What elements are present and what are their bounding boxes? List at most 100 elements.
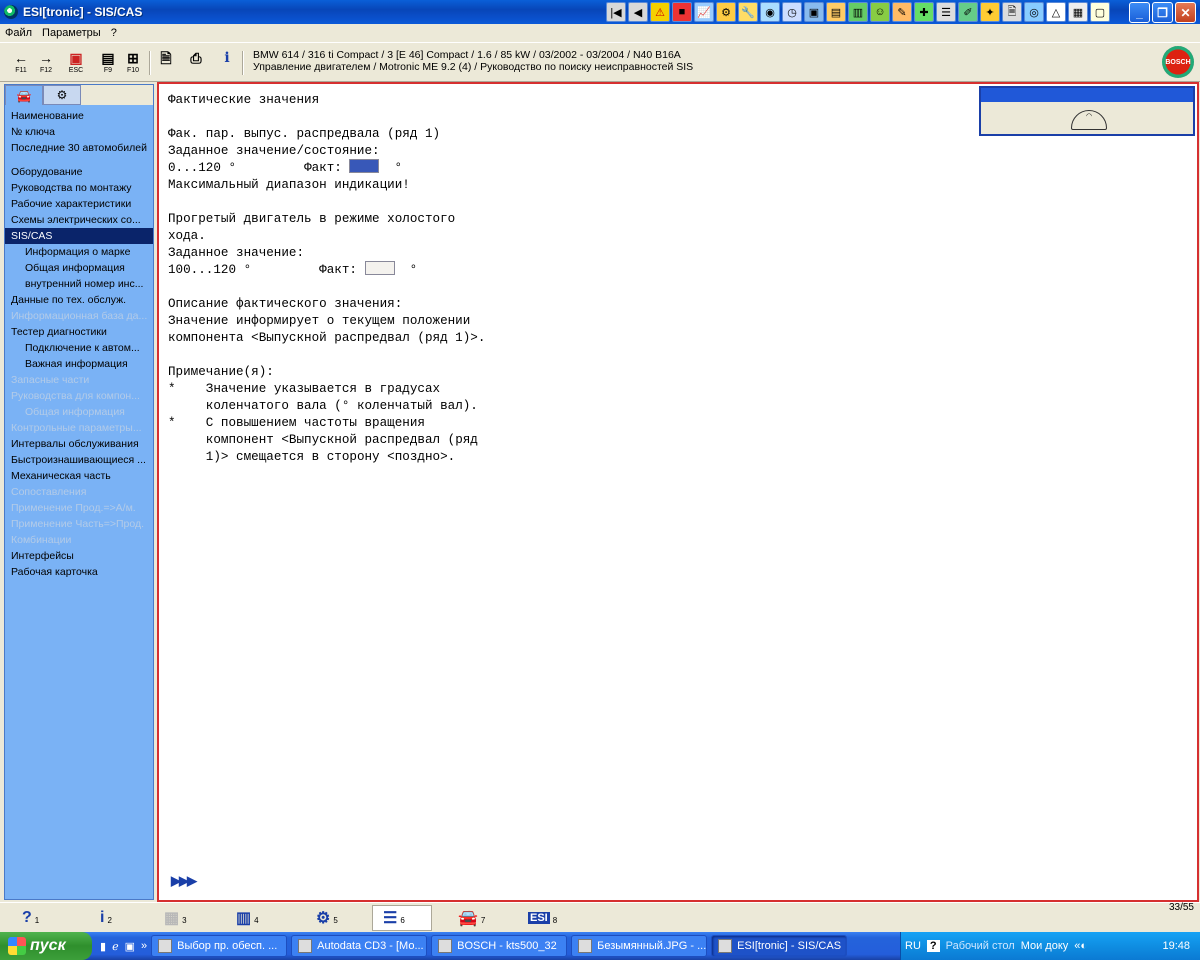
sidebar-item: Запасные части xyxy=(11,374,90,386)
help-icon[interactable]: ? xyxy=(926,940,940,952)
chart-icon[interactable]: 📈 xyxy=(694,2,714,22)
sidebar-item[interactable]: Наименование xyxy=(5,108,153,124)
sidebar-item[interactable]: Оборудование xyxy=(5,164,153,180)
forward-button[interactable]: → F12 xyxy=(35,51,57,77)
menu-settings[interactable]: Параметры xyxy=(42,27,101,39)
sidebar-item[interactable]: Интерфейсы xyxy=(5,548,153,564)
table-icon[interactable]: ▦ xyxy=(1068,2,1088,22)
close-button[interactable]: ✕ xyxy=(1175,2,1196,23)
menu-help[interactable]: ? xyxy=(111,27,117,39)
taskbar-task[interactable]: Безымянный.JPG - ... xyxy=(571,935,708,957)
tool-icon[interactable]: 🔧 xyxy=(738,2,758,22)
alert-icon[interactable]: △ xyxy=(1046,2,1066,22)
sidebar: 🚘 ⚙ Наименование № ключа Последние 30 авто… xyxy=(4,84,154,900)
prev-page-icon[interactable]: ◀ xyxy=(628,2,648,22)
tray-icons[interactable]: «◐ xyxy=(1074,940,1087,952)
desktop-icon[interactable]: ▮ xyxy=(100,940,106,953)
info-button[interactable]: i xyxy=(216,51,238,77)
desktop-link[interactable]: Рабочий стол xyxy=(946,940,1015,952)
sidebar-item[interactable]: Важная информация xyxy=(5,356,153,372)
app-icon xyxy=(438,939,453,953)
f4-button[interactable]: ▥ 4 xyxy=(236,905,259,931)
sidebar-item[interactable]: Последние 30 автомобилей xyxy=(5,140,153,156)
warning-icon[interactable]: ⚠ xyxy=(650,2,670,22)
next-page-button[interactable]: ▶▶▶ xyxy=(171,873,197,889)
sidebar-item[interactable]: Информация о марке xyxy=(5,244,153,260)
f9-button[interactable]: ▤ F9 xyxy=(97,51,119,77)
escape-button[interactable]: ▣ ESC xyxy=(65,51,87,77)
media-icon[interactable]: ▣ xyxy=(125,940,135,953)
sidebar-item[interactable]: Механическая часть xyxy=(5,468,153,484)
module-icon[interactable]: ■ xyxy=(672,2,692,22)
sidebar-item[interactable]: Интервалы обслуживания xyxy=(5,436,153,452)
edit-icon[interactable]: ✐ xyxy=(958,2,978,22)
sidebar-item[interactable]: Общая информация xyxy=(5,260,153,276)
f6-button[interactable]: ☰ 6 xyxy=(372,905,432,931)
menu-file[interactable]: Файл xyxy=(5,27,32,39)
language-indicator[interactable]: RU xyxy=(905,940,921,952)
page-button[interactable]: 🗎 xyxy=(155,51,177,77)
print-button[interactable]: ⎙ xyxy=(185,51,207,77)
person-icon[interactable]: ☺ xyxy=(870,2,890,22)
car-icon: 🚘 xyxy=(458,910,478,927)
tab-vehicle[interactable]: 🚘 xyxy=(5,85,43,105)
taskbar-task[interactable]: Autodata CD3 - [Мо... xyxy=(291,935,428,957)
sidebar-list: Наименование № ключа Последние 30 автомоби… xyxy=(5,108,153,580)
sidebar-item[interactable]: внутренний номер инс... xyxy=(5,276,153,292)
first-page-icon[interactable]: |◀ xyxy=(606,2,626,22)
list-icon[interactable]: ☰ xyxy=(936,2,956,22)
panel-icon[interactable]: ▥ xyxy=(848,2,868,22)
info-button[interactable]: i2 xyxy=(100,905,112,931)
sidebar-item[interactable]: Тестер диагностики xyxy=(5,324,153,340)
sidebar-item[interactable]: Рабочие характеристики xyxy=(5,196,153,212)
note-icon[interactable]: ▢ xyxy=(1090,2,1110,22)
page-counter: 33/55 xyxy=(1168,902,1194,913)
window-icon[interactable]: ▣ xyxy=(804,2,824,22)
dial-icon[interactable]: ◉ xyxy=(760,2,780,22)
help-button[interactable]: ? 1 xyxy=(22,905,39,931)
wizard-icon[interactable]: ✦ xyxy=(980,2,1000,22)
sidebar-item[interactable]: Рабочая карточка xyxy=(5,564,153,580)
my-documents-link[interactable]: Мои доку xyxy=(1021,940,1069,952)
f10-button[interactable]: ⊞ F10 xyxy=(122,51,144,77)
f5-button[interactable]: ⚙ 5 xyxy=(316,905,338,931)
clock-icon[interactable]: ◷ xyxy=(782,2,802,22)
taskbar-task[interactable]: ESI[tronic] - SIS/CAS xyxy=(711,935,848,957)
actual-value-button[interactable] xyxy=(349,159,380,174)
start-button[interactable]: пуск xyxy=(0,932,92,960)
taskbar-task[interactable]: BOSCH - kts500_32 xyxy=(431,935,568,957)
back-button[interactable]: ← F11 xyxy=(10,51,32,77)
pencil-icon[interactable]: ✎ xyxy=(892,2,912,22)
tab-engine[interactable]: ⚙ xyxy=(43,85,81,105)
browser-icon[interactable]: ℯ xyxy=(112,940,119,953)
setpoint-label: Заданное значение: xyxy=(168,246,305,260)
sidebar-item: Комбинации xyxy=(11,534,72,546)
esi-kts-button[interactable]: ESI 8 xyxy=(528,905,557,931)
gauge-icon[interactable]: ◠ xyxy=(1071,110,1107,130)
maximize-button[interactable]: ❐ xyxy=(1152,2,1173,23)
taskbar-task[interactable]: Выбор пр. обесп. ... xyxy=(151,935,288,957)
system-line: Управление двигателем / Motronic ME 9.2 … xyxy=(253,61,694,73)
sidebar-item[interactable]: № ключа xyxy=(5,124,153,140)
sidebar-item[interactable]: Данные по тех. обслуж. xyxy=(5,292,153,308)
sidebar-item[interactable]: Быстроизнашивающиеся ... xyxy=(5,452,153,468)
function-bar: ? 1 i 2 ▦ 3 ▥ 4 ⚙ 5 ☰ 6 🚘 7 ESI 8 xyxy=(0,902,1200,932)
repair-icon[interactable]: ✚ xyxy=(914,2,934,22)
kts-value-button[interactable] xyxy=(364,261,395,276)
graph-icon[interactable]: ▤ xyxy=(826,2,846,22)
gear-icon[interactable]: ⚙ xyxy=(716,2,736,22)
info-icon: i xyxy=(224,50,230,66)
sidebar-item[interactable]: Подключение к автом... xyxy=(5,340,153,356)
sidebar-item[interactable]: Схемы электрических со... xyxy=(5,212,153,228)
description-text: Значение информирует о текущем положении xyxy=(168,314,471,328)
vehicle-button[interactable]: 🚘 7 xyxy=(458,905,485,931)
note-text: 1)> смещается в сторону <поздно>. xyxy=(205,450,456,464)
sidebar-item[interactable]: Руководства по монтажу xyxy=(5,180,153,196)
minimize-button[interactable]: _ xyxy=(1129,2,1150,23)
document-icon[interactable]: 🗎 xyxy=(1002,2,1022,22)
sidebar-item[interactable]: SIS/CAS xyxy=(5,228,153,244)
globe-icon[interactable]: ◎ xyxy=(1024,2,1044,22)
range-value: 100...120 ° xyxy=(168,263,252,277)
app-icon xyxy=(4,5,18,19)
bosch-logo: BOSCH xyxy=(1162,46,1194,78)
